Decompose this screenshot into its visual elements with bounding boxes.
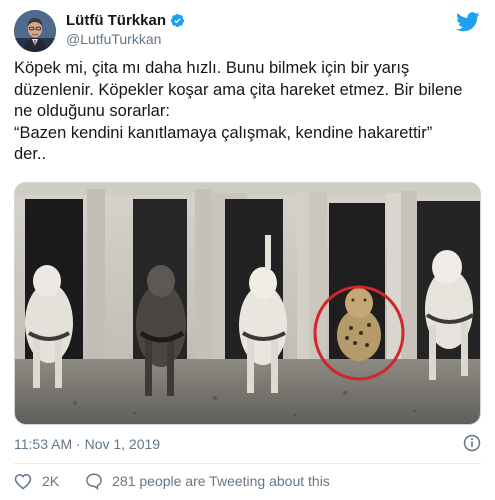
tweet-date: Nov 1, 2019	[84, 436, 161, 452]
tweet-text: Köpek mi, çita mı daha hızlı. Bunu bilme…	[14, 58, 484, 166]
tweet-text-line: düzenlenir. Köpekler koşar ama çita hare…	[14, 80, 463, 99]
author-avatar[interactable]	[14, 10, 56, 52]
info-icon[interactable]	[463, 434, 481, 452]
race-photo	[15, 183, 480, 424]
tweet-header: Lütfü Türkkan @LutfuTurkkan	[14, 8, 484, 54]
heart-icon[interactable]	[14, 473, 32, 490]
tweet-timestamp[interactable]: 11:53 AM · Nov 1, 2019	[14, 436, 160, 452]
verified-badge-icon	[170, 13, 185, 28]
twitter-bird-icon[interactable]	[456, 12, 480, 32]
divider	[14, 463, 481, 464]
like-count[interactable]: 2K	[42, 473, 59, 489]
author-display-name[interactable]: Lütfü Türkkan	[66, 12, 166, 29]
author-handle[interactable]: @LutfuTurkkan	[66, 31, 161, 47]
tweet-text-line: Köpek mi, çita mı daha hızlı. Bunu bilme…	[14, 59, 410, 77]
author-name-row: Lütfü Türkkan	[66, 12, 185, 29]
tweet-card: Lütfü Türkkan @LutfuTurkkan Köpek mi, çi…	[0, 0, 495, 500]
tweet-text-line: ne olduğunu sorarlar:	[14, 102, 170, 120]
speech-bubble-icon[interactable]	[85, 472, 103, 490]
meta-separator: ·	[72, 436, 85, 452]
tweet-text-line: “Bazen kendini kanıtlamaya çalışmak, ken…	[14, 123, 433, 142]
tweeting-about-link[interactable]: 281 people are Tweeting about this	[112, 473, 330, 489]
tweet-actions: 2K 281 people are Tweeting about this	[14, 471, 330, 491]
tweet-time: 11:53 AM	[14, 436, 73, 452]
tweet-photo[interactable]	[14, 182, 481, 425]
tweet-text-line: der..	[14, 145, 47, 163]
